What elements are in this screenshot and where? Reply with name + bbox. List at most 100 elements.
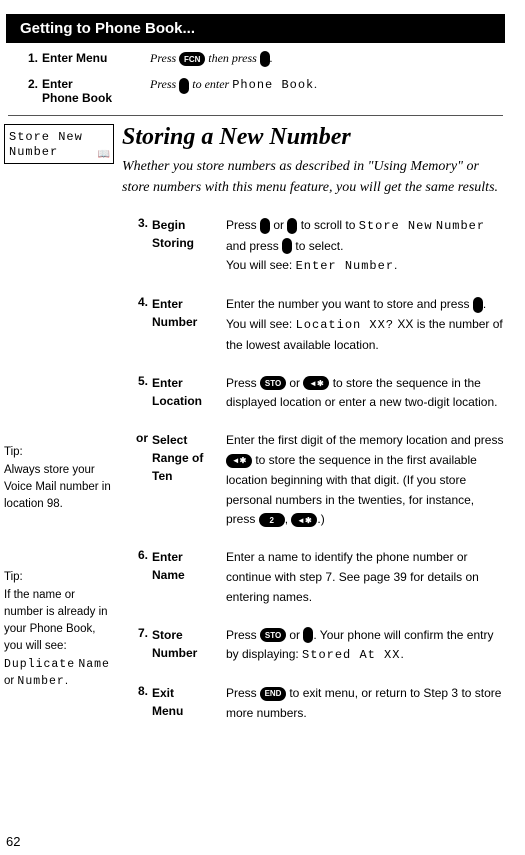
step-4: 4. Enter Number Enter the number you wan… xyxy=(122,295,505,355)
text: . xyxy=(394,258,397,272)
step-number: 6. xyxy=(122,548,148,607)
down-key-icon xyxy=(287,218,297,234)
step-number: 7. xyxy=(122,626,148,667)
text: , xyxy=(285,512,292,526)
step-label: Enter Location xyxy=(148,374,226,414)
step-8: 8. Exit Menu Press END to exit menu, or … xyxy=(122,684,505,724)
step-description: Enter the first digit of the memory loca… xyxy=(226,431,505,530)
sidebar: Store New Number 📖 Tip: Always store you… xyxy=(0,124,122,746)
tip-label: Tip: xyxy=(4,446,23,458)
step-7: 7. Store Number Press STO or . Your phon… xyxy=(122,626,505,667)
lcd-text: Enter Number xyxy=(296,259,394,273)
tip-body: Always store your Voice Mail number in l… xyxy=(4,464,111,511)
tip-body: If the name or number is already in your… xyxy=(4,589,108,653)
step-number: 1. xyxy=(18,51,38,65)
text: Press xyxy=(150,51,179,65)
text: Name xyxy=(152,568,185,582)
main-content: Storing a New Number Whether you store n… xyxy=(122,124,511,746)
lcd-preview-box: Store New Number 📖 xyxy=(4,124,114,164)
text: or xyxy=(286,376,303,390)
text: then press xyxy=(205,51,260,65)
lower-content: Store New Number 📖 Tip: Always store you… xyxy=(0,124,511,746)
step-description: Enter the number you want to store and p… xyxy=(226,295,505,355)
text: Phone Book xyxy=(42,91,112,105)
tip-2: Tip: If the name or number is already in… xyxy=(4,569,114,690)
book-icon: 📖 xyxy=(98,149,110,160)
text: or xyxy=(4,675,17,687)
text: . xyxy=(314,77,317,91)
main-subtitle: Whether you store numbers as described i… xyxy=(122,157,505,198)
step-number: 2. xyxy=(18,77,38,91)
step-description: Press END to exit menu, or return to Ste… xyxy=(226,684,505,724)
text: Ten xyxy=(152,469,172,483)
step-description: Press STO or . Your phone will confirm t… xyxy=(226,626,505,667)
text: or xyxy=(286,628,303,642)
text: Enter xyxy=(152,376,183,390)
main-title: Storing a New Number xyxy=(122,124,505,151)
text: Press xyxy=(150,77,179,91)
nav-key-icon xyxy=(303,627,313,643)
digit-2-key-icon: 2 xyxy=(259,513,285,527)
step-label: Enter Menu xyxy=(38,51,150,65)
text: Number xyxy=(152,646,197,660)
star-key-icon: ◄✱ xyxy=(291,513,317,527)
text: Menu xyxy=(152,704,183,718)
sto-key-icon: STO xyxy=(260,628,286,642)
step-label: Enter Name xyxy=(148,548,226,607)
text: Exit xyxy=(152,686,174,700)
text: Begin xyxy=(152,218,185,232)
page-number: 62 xyxy=(6,834,20,849)
text: Press xyxy=(226,686,260,700)
header-bar: Getting to Phone Book... xyxy=(6,14,505,43)
intro-step-1: 1. Enter Menu Press FCN then press . xyxy=(0,51,511,67)
step-description: Press to enter Phone Book. xyxy=(150,77,499,93)
step-description: Press STO or ◄✱ to store the sequence in… xyxy=(226,374,505,414)
step-description: Press or to scroll to Store New Number a… xyxy=(226,216,505,277)
lcd-text: Number xyxy=(436,219,485,233)
lcd-text: Duplicate xyxy=(4,658,75,671)
text: . xyxy=(270,51,273,65)
step-3: 3. Begin Storing Press or to scroll to S… xyxy=(122,216,505,277)
up-key-icon xyxy=(260,218,270,234)
tip-label: Tip: xyxy=(4,571,23,583)
tip-1: Tip: Always store your Voice Mail number… xyxy=(4,444,114,513)
step-label: Enter Number xyxy=(148,295,226,355)
text: Storing xyxy=(152,236,194,250)
nav-key-icon xyxy=(473,297,483,313)
lcd-text: Name xyxy=(78,658,110,671)
step-label: Begin Storing xyxy=(148,216,226,277)
text: Enter a name to identify the phone numbe… xyxy=(226,550,479,604)
nav-key-icon xyxy=(282,238,292,254)
step-label: Enter Phone Book xyxy=(38,77,150,105)
text: Enter xyxy=(42,77,73,91)
text: Select xyxy=(152,433,187,447)
step-6: 6. Enter Name Enter a name to identify t… xyxy=(122,548,505,607)
divider xyxy=(8,115,503,116)
header-title: Getting to Phone Book... xyxy=(20,20,195,37)
text: Enter the first digit of the memory loca… xyxy=(226,433,503,447)
text: Enter xyxy=(152,550,183,564)
step-number: 5. xyxy=(122,374,148,414)
text: Store xyxy=(152,628,183,642)
text: Number xyxy=(152,315,197,329)
text: Enter xyxy=(152,297,183,311)
step-or: or Select Range of Ten Enter the first d… xyxy=(122,431,505,530)
fcn-key-icon: FCN xyxy=(179,52,205,66)
lcd-text: Store New xyxy=(359,219,433,233)
step-number: 4. xyxy=(122,295,148,355)
lcd-text: Phone Book xyxy=(232,78,314,92)
step-label: Store Number xyxy=(148,626,226,667)
star-key-icon: ◄✱ xyxy=(303,376,329,390)
lcd-text: Number xyxy=(17,675,64,688)
text: . xyxy=(400,647,403,661)
step-number: 3. xyxy=(122,216,148,277)
text: .) xyxy=(317,512,324,526)
nav-key-icon xyxy=(179,78,189,94)
lcd-text: Stored At XX xyxy=(302,648,400,662)
step-number: or xyxy=(122,431,148,530)
text: Enter the number you want to store and p… xyxy=(226,297,473,311)
text: . xyxy=(65,675,68,687)
step-5: 5. Enter Location Press STO or ◄✱ to sto… xyxy=(122,374,505,414)
text: Location xyxy=(152,394,202,408)
intro-step-2: 2. Enter Phone Book Press to enter Phone… xyxy=(0,77,511,105)
